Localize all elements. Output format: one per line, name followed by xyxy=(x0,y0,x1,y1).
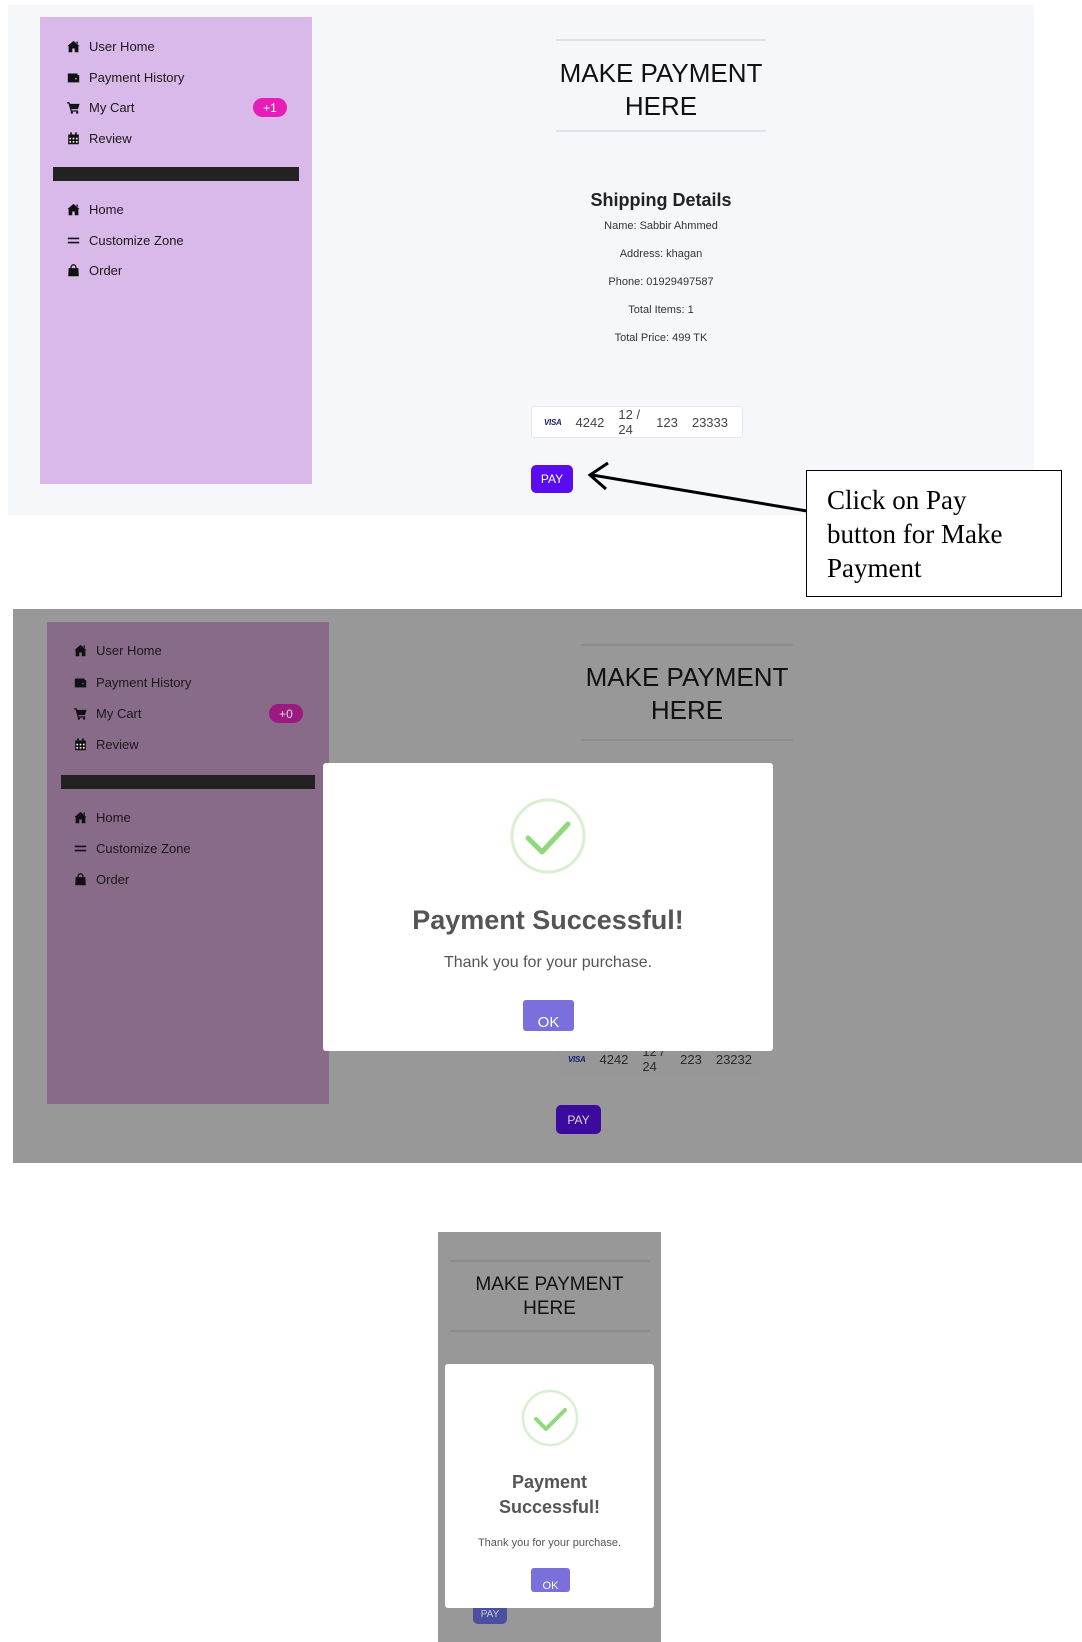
title-rule-top xyxy=(581,644,793,646)
callout-arrow xyxy=(587,461,808,513)
calendar-icon xyxy=(74,738,87,751)
title-rule-top xyxy=(556,39,766,41)
success-modal: Payment Successful! Thank you for your p… xyxy=(323,763,773,1051)
sidebar-divider xyxy=(53,167,299,181)
sidebar: User Home Payment History My Cart +1 Rev… xyxy=(40,17,312,484)
home-icon xyxy=(74,811,87,824)
wallet-icon xyxy=(67,71,80,84)
cart-count-badge: +1 xyxy=(253,98,287,117)
sidebar-item-user-home[interactable]: User Home xyxy=(74,643,162,658)
card-zip[interactable]: 23333 xyxy=(692,415,728,430)
shipping-heading: Shipping Details xyxy=(590,190,732,210)
visa-icon: VISA xyxy=(544,417,562,427)
visa-icon: VISA xyxy=(568,1054,586,1064)
payment-page-screenshot: User Home Payment History My Cart +1 Rev… xyxy=(8,5,1034,515)
modal-heading: Payment Successful! xyxy=(412,905,684,935)
home-icon xyxy=(67,203,80,216)
card-number[interactable]: 4242 xyxy=(599,1052,628,1067)
card-expiry[interactable]: 12 / 24 xyxy=(618,407,642,437)
sidebar-dimmed: User Home Payment History My Cart +0 Rev… xyxy=(47,622,329,1104)
success-check-icon xyxy=(521,1389,579,1447)
bars-icon xyxy=(74,842,87,855)
page-title: MAKE PAYMENT HERE xyxy=(559,58,763,122)
sidebar-item-home[interactable]: Home xyxy=(74,810,131,825)
shipping-total-items: Total Items: 1 xyxy=(628,304,694,316)
title-rule-bottom xyxy=(581,739,793,741)
cart-icon xyxy=(67,101,80,114)
page-title: MAKE PAYMENT HERE xyxy=(475,1274,624,1319)
pay-button[interactable]: PAY xyxy=(556,1105,601,1134)
sidebar-item-user-home[interactable]: User Home xyxy=(67,39,155,54)
sidebar-item-review[interactable]: Review xyxy=(67,131,132,146)
sidebar-item-my-cart[interactable]: My Cart xyxy=(74,706,142,721)
bars-icon xyxy=(67,234,80,247)
home-icon xyxy=(67,40,80,53)
card-input[interactable]: VISA 4242 12 / 24 123 23333 xyxy=(531,406,743,438)
modal-heading: Payment Successful! xyxy=(498,1472,601,1517)
home-icon xyxy=(74,644,87,657)
sidebar-item-review[interactable]: Review xyxy=(74,737,139,752)
card-cvc[interactable]: 123 xyxy=(656,415,678,430)
title-rule-bottom xyxy=(556,130,766,132)
payment-success-screenshot: User Home Payment History My Cart +0 Rev… xyxy=(13,609,1082,1163)
calendar-icon xyxy=(67,132,80,145)
card-zip[interactable]: 23232 xyxy=(716,1052,752,1067)
title-rule-top xyxy=(450,1260,650,1262)
shipping-address: Address: khagan xyxy=(619,248,703,260)
sidebar-item-home[interactable]: Home xyxy=(67,202,124,217)
sidebar-item-customize-zone[interactable]: Customize Zone xyxy=(67,233,184,248)
modal-message: Thank you for your purchase. xyxy=(443,954,653,971)
sidebar-item-order[interactable]: Order xyxy=(74,872,129,887)
sidebar-item-my-cart[interactable]: My Cart xyxy=(67,100,135,115)
card-cvc[interactable]: 223 xyxy=(680,1052,702,1067)
success-modal: Payment Successful! Thank you for your p… xyxy=(445,1364,654,1608)
wallet-icon xyxy=(74,676,87,689)
modal-message: Thank you for your purchase. xyxy=(477,1537,622,1549)
sidebar-divider xyxy=(61,775,315,789)
sidebar-item-order[interactable]: Order xyxy=(67,263,122,278)
cart-icon xyxy=(74,707,87,720)
mobile-payment-success-screenshot: MAKE PAYMENT HERE PAY Payment Successful… xyxy=(438,1232,661,1642)
shipping-name: Name: Sabbir Ahmmed xyxy=(604,220,718,232)
ok-button[interactable]: OK xyxy=(531,1568,570,1592)
sidebar-item-customize-zone[interactable]: Customize Zone xyxy=(74,841,191,856)
cart-count-badge: +0 xyxy=(269,704,303,723)
ok-button[interactable]: OK xyxy=(523,1000,574,1031)
title-rule-bottom xyxy=(450,1330,650,1332)
sidebar-item-payment-history[interactable]: Payment History xyxy=(74,675,191,690)
bag-icon xyxy=(67,264,80,277)
page-title: MAKE PAYMENT HERE xyxy=(585,662,789,726)
bag-icon xyxy=(74,873,87,886)
card-number[interactable]: 4242 xyxy=(575,415,604,430)
sidebar-item-payment-history[interactable]: Payment History xyxy=(67,70,184,85)
callout-box: Click on Pay button for Make Payment xyxy=(806,470,1062,597)
pay-button[interactable]: PAY xyxy=(531,465,573,493)
success-check-icon xyxy=(510,798,586,874)
shipping-total-price: Total Price: 499 TK xyxy=(614,332,708,344)
shipping-phone: Phone: 01929497587 xyxy=(608,276,714,288)
